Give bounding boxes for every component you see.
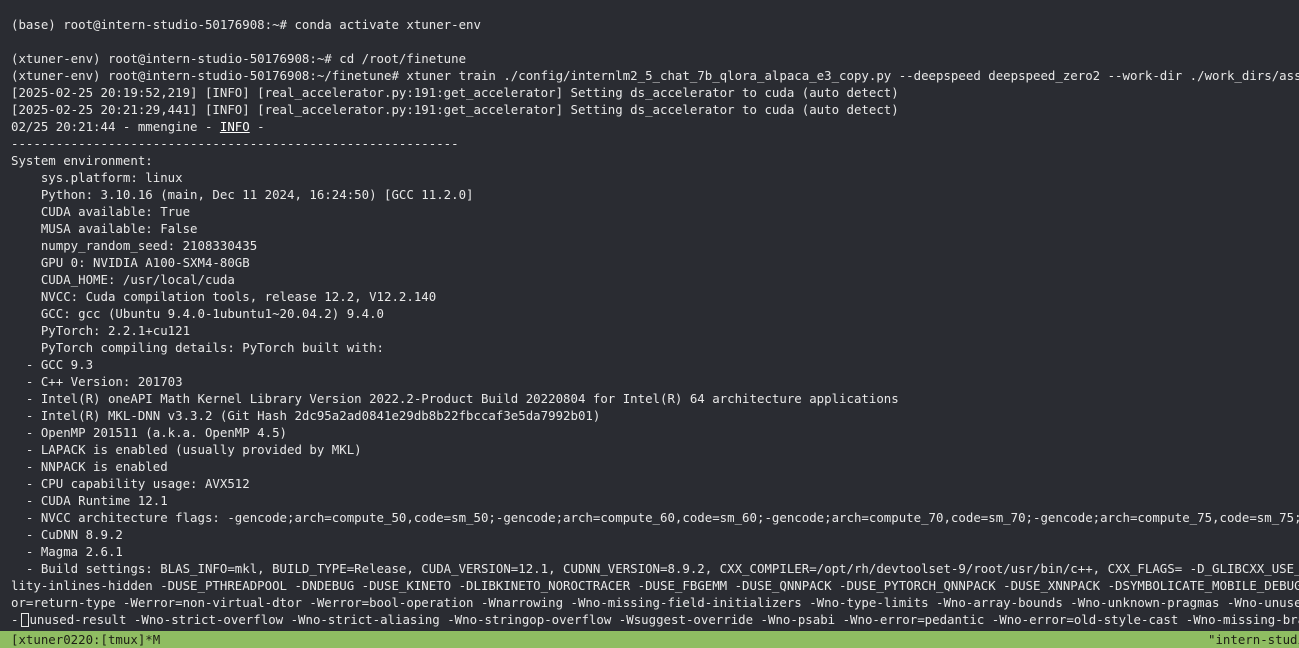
terminal-line: - CUDA Runtime 12.1 [11,493,168,508]
terminal-line: or=return-type -Werror=non-virtual-dtor … [11,595,1299,610]
terminal-line: lity-inlines-hidden -DUSE_PTHREADPOOL -D… [11,578,1299,593]
terminal-line: - LAPACK is enabled (usually provided by… [11,442,362,457]
terminal-line: numpy_random_seed: 2108330435 [11,238,258,253]
cursor-line-rest: Wno-strict-overflow -Wno-strict-aliasing… [141,612,1299,627]
terminal-line: - Intel(R) MKL-DNN v3.3.2 (Git Hash 2dc9… [11,408,601,423]
terminal-line: MUSA available: False [11,221,198,236]
terminal-window[interactable]: (base) root@intern-studio-50176908:~# co… [0,0,1299,648]
tmux-status-bar: [xtuner0220:[tmux]*M "intern-studi [0,631,1299,648]
tmux-session-window[interactable]: [xtuner0220:[tmux]*M [11,631,160,648]
terminal-line: GPU 0: NVIDIA A100-SXM4-80GB [11,255,250,270]
terminal-line: System environment: [11,153,153,168]
mmengine-log-line: 02/25 20:21:44 - mmengine - INFO - [11,118,1299,135]
terminal-line: - CPU capability usage: AVX512 [11,476,250,491]
terminal-line: [2025-02-25 20:19:52,219] [INFO] [real_a… [11,85,899,100]
terminal-line: Python: 3.10.16 (main, Dec 11 2024, 16:2… [11,187,474,202]
terminal-line: (xtuner-env) root@intern-studio-50176908… [11,68,1299,83]
terminal-line: sys.platform: linux [11,170,183,185]
tmux-hostname: "intern-studi [1208,632,1299,647]
separator-line: ----------------------------------------… [11,136,459,151]
terminal-line: CUDA available: True [11,204,191,219]
cursor-line-text: unused-result - [29,612,142,627]
info-level: INFO [219,119,250,134]
cursor-line[interactable]: - unused-result -Wno-strict-overflow -Wno… [11,611,1299,628]
mmengine-prefix: 02/25 20:21:44 - mmengine - [11,119,220,134]
terminal-line: PyTorch compiling details: PyTorch built… [11,340,384,355]
mmengine-suffix: - [249,119,265,134]
terminal-line: - OpenMP 201511 (a.k.a. OpenMP 4.5) [11,425,288,440]
terminal-line: - NNPACK is enabled [11,459,168,474]
terminal-line: - CuDNN 8.9.2 [11,527,123,542]
cursor-line-start: - [11,612,19,627]
terminal-line: (xtuner-env) root@intern-studio-50176908… [11,51,467,66]
terminal-line: CUDA_HOME: /usr/local/cuda [11,272,235,287]
terminal-line: - Magma 2.6.1 [11,544,123,559]
terminal-line: - NVCC architecture flags: -gencode;arch… [11,510,1299,525]
terminal-line: - C++ Version: 201703 [11,374,183,389]
terminal-line: (base) root@intern-studio-50176908:~# co… [11,17,481,32]
terminal-line: - GCC 9.3 [11,357,94,372]
terminal-line: [2025-02-25 20:21:29,441] [INFO] [real_a… [11,102,899,117]
terminal-line: - Build settings: BLAS_INFO=mkl, BUILD_T… [11,561,1299,576]
terminal-line: NVCC: Cuda compilation tools, release 12… [11,289,437,304]
terminal-line: PyTorch: 2.2.1+cu121 [11,323,191,338]
terminal-output: (base) root@intern-studio-50176908:~# co… [11,16,1299,628]
terminal-line: GCC: gcc (Ubuntu 9.4.0-1ubuntu1~20.04.2)… [11,306,384,321]
terminal-line: - Intel(R) oneAPI Math Kernel Library Ve… [11,391,899,406]
